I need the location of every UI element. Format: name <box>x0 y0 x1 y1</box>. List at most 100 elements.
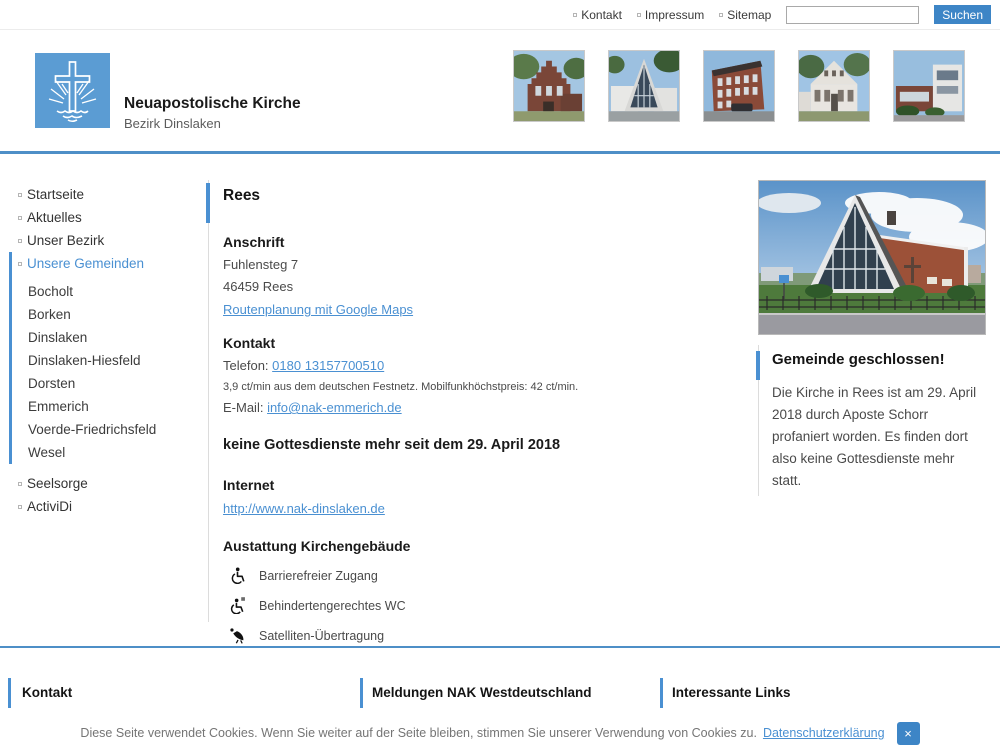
accent-bar <box>660 678 663 708</box>
sidebar-submenu: Bocholt Borken Dinslaken Dinslaken-Hiesf… <box>0 280 208 464</box>
accent-bar <box>756 351 760 380</box>
internet-section: Internet http://www.nak-dinslaken.de <box>223 477 756 516</box>
top-link-kontakt[interactable]: Kontakt <box>573 8 622 22</box>
top-link-label: Impressum <box>645 8 704 22</box>
bullet-square-icon <box>637 13 641 17</box>
sidebar-item-startseite[interactable]: Startseite <box>0 183 208 206</box>
wheelchair-icon <box>229 567 246 584</box>
sidebar-item-label: Bocholt <box>28 284 73 299</box>
email-label: E-Mail: <box>223 400 267 415</box>
wheelchair-wc-icon <box>229 597 246 614</box>
cookie-banner: Diese Seite verwendet Cookies. Wenn Sie … <box>0 716 1000 750</box>
anschrift-section: Anschrift Fuhlensteg 7 46459 Rees Routen… <box>223 234 756 317</box>
kontakt-section: Kontakt Telefon: 0180 13157700510 3,9 ct… <box>223 335 756 415</box>
sidebar-item-actividi[interactable]: ActiviDi <box>0 495 208 518</box>
bullet-square-icon <box>719 13 723 17</box>
equipment-row: Satelliten-Übertragung <box>223 627 756 644</box>
datenschutz-link[interactable]: Datenschutzerklärung <box>763 726 885 740</box>
ausstattung-heading: Austattung Kirchengebäude <box>223 538 756 554</box>
bullet-square-icon <box>18 216 22 220</box>
sidebar-item-unsere-gemeinden[interactable]: Unsere Gemeinden <box>0 252 208 275</box>
website-link[interactable]: http://www.nak-dinslaken.de <box>223 501 385 516</box>
sidebar-item-aktuelles[interactable]: Aktuelles <box>0 206 208 229</box>
sidebar-item-unser-bezirk[interactable]: Unser Bezirk <box>0 229 208 252</box>
anschrift-heading: Anschrift <box>223 234 756 250</box>
sidebar-item-label: Aktuelles <box>27 210 82 225</box>
ausstattung-section: Austattung Kirchengebäude Barrierefreier… <box>223 538 756 644</box>
page-title: Rees <box>223 187 756 205</box>
google-maps-link[interactable]: Routenplanung mit Google Maps <box>223 302 413 317</box>
bullet-square-icon <box>18 262 22 266</box>
equipment-row: Barrierefreier Zugang <box>223 567 756 584</box>
top-link-impressum[interactable]: Impressum <box>637 8 704 22</box>
side-navigation: Startseite Aktuelles Unser Bezirk Unsere… <box>0 183 208 518</box>
top-link-sitemap[interactable]: Sitemap <box>719 8 771 22</box>
bullet-square-icon <box>573 13 577 17</box>
sidebar-item-borken[interactable]: Borken <box>0 303 208 326</box>
footer-heading-meldungen: Meldungen NAK Westdeutschland <box>372 678 592 708</box>
email-link[interactable]: info@nak-emmerich.de <box>267 400 402 415</box>
telefon-link[interactable]: 0180 13157700510 <box>272 358 384 373</box>
main-content: Rees Anschrift Fuhlensteg 7 46459 Rees R… <box>208 180 756 622</box>
cookie-close-button[interactable]: × <box>897 722 920 745</box>
equipment-row: Behindertengerechtes WC <box>223 597 756 614</box>
church-photo-3 <box>703 50 775 122</box>
cookie-text: Diese Seite verwendet Cookies. Wenn Sie … <box>80 726 757 740</box>
closure-text: Die Kirche in Rees ist am 29. April 2018… <box>772 382 982 492</box>
sidebar-item-dorsten[interactable]: Dorsten <box>0 372 208 395</box>
sidebar-item-label: Dorsten <box>28 376 75 391</box>
bullet-square-icon <box>18 505 22 509</box>
satellite-dish-icon <box>229 627 246 644</box>
sidebar-item-label: Unser Bezirk <box>27 233 104 248</box>
active-section-bar <box>9 252 12 464</box>
sidebar-item-wesel[interactable]: Wesel <box>0 441 208 464</box>
top-link-label: Kontakt <box>581 8 622 22</box>
bullet-square-icon <box>18 193 22 197</box>
bullet-square-icon <box>18 239 22 243</box>
page: Kontakt Impressum Sitemap Suchen Neuapos… <box>0 0 1000 750</box>
closure-heading: Gemeinde geschlossen! <box>772 351 990 368</box>
equipment-label: Barrierefreier Zugang <box>259 569 378 583</box>
sidebar-item-label: Wesel <box>28 445 65 460</box>
telefon-hinweis: 3,9 ct/min aus dem deutschen Festnetz. M… <box>223 381 756 393</box>
accent-bar <box>360 678 363 708</box>
footer-heading-kontakt: Kontakt <box>22 678 72 708</box>
street-line: Fuhlensteg 7 <box>223 257 756 272</box>
kontakt-heading: Kontakt <box>223 335 756 351</box>
church-photo-4 <box>798 50 870 122</box>
sidebar-bottom-group: Seelsorge ActiviDi <box>0 472 208 518</box>
accent-bar <box>206 183 210 223</box>
bullet-square-icon <box>18 482 22 486</box>
internet-heading: Internet <box>223 477 756 493</box>
city-line: 46459 Rees <box>223 279 756 294</box>
right-sidebar: Gemeinde geschlossen! Die Kirche in Rees… <box>758 180 990 496</box>
church-photo-5 <box>893 50 965 122</box>
sidebar-item-dinslaken-hiesfeld[interactable]: Dinslaken-Hiesfeld <box>0 349 208 372</box>
accent-bar <box>8 678 11 708</box>
sidebar-item-label: ActiviDi <box>27 499 72 514</box>
church-rees-photo <box>758 180 986 335</box>
sidebar-item-emmerich[interactable]: Emmerich <box>0 395 208 418</box>
footer-divider <box>0 646 1000 648</box>
sidebar-item-label: Seelsorge <box>27 476 88 491</box>
site-title: Neuapostolische Kirche <box>124 95 301 113</box>
closure-notice: keine Gottesdienste mehr seit dem 29. Ap… <box>223 437 756 453</box>
closure-info-box: Gemeinde geschlossen! Die Kirche in Rees… <box>758 345 990 496</box>
search-input[interactable] <box>786 6 919 24</box>
church-photo-1 <box>513 50 585 122</box>
telefon-label: Telefon: <box>223 358 272 373</box>
sidebar-item-label: Dinslaken <box>28 330 87 345</box>
sidebar-item-seelsorge[interactable]: Seelsorge <box>0 472 208 495</box>
church-thumbnails <box>513 50 965 122</box>
footer-heading-links: Interessante Links <box>672 678 791 708</box>
equipment-label: Satelliten-Übertragung <box>259 629 384 643</box>
sidebar-item-label: Startseite <box>27 187 84 202</box>
header-divider <box>0 151 1000 154</box>
sidebar-item-voerde-friedrichsfeld[interactable]: Voerde-Friedrichsfeld <box>0 418 208 441</box>
top-link-label: Sitemap <box>727 8 771 22</box>
top-bar: Kontakt Impressum Sitemap Suchen <box>0 0 1000 30</box>
search-button[interactable]: Suchen <box>934 5 991 24</box>
sidebar-item-bocholt[interactable]: Bocholt <box>0 280 208 303</box>
nak-cross-logo <box>35 53 110 128</box>
sidebar-item-dinslaken[interactable]: Dinslaken <box>0 326 208 349</box>
